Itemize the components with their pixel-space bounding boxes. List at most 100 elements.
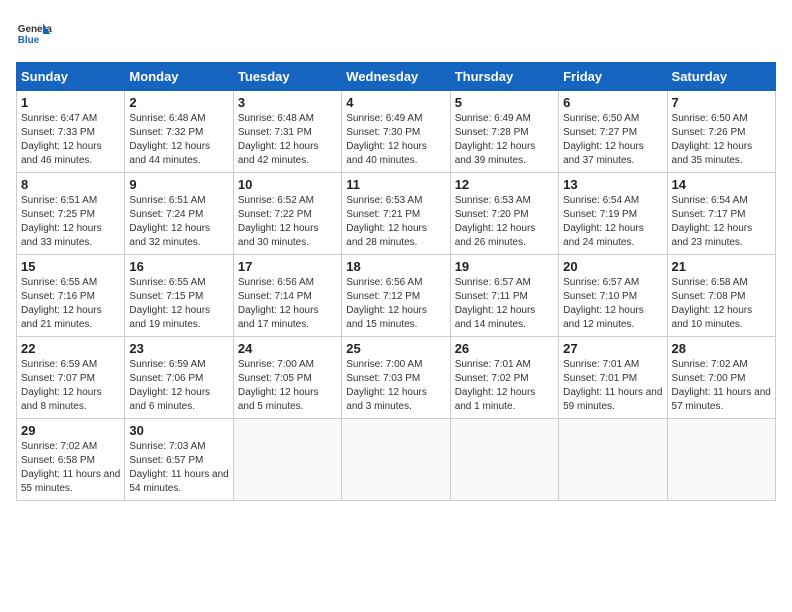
day-number: 1 [21, 95, 120, 110]
col-header-tuesday: Tuesday [233, 63, 341, 91]
empty-cell [450, 419, 558, 501]
day-cell-9: 9Sunrise: 6:51 AMSunset: 7:24 PMDaylight… [125, 173, 233, 255]
day-info: Sunrise: 6:49 AMSunset: 7:30 PMDaylight:… [346, 112, 445, 168]
day-info: Sunrise: 6:55 AMSunset: 7:15 PMDaylight:… [129, 276, 228, 332]
day-cell-23: 23 Sunrise: 6:59 AMSunset: 7:06 PMDayligh… [125, 337, 233, 419]
day-info: Sunrise: 6:51 AMSunset: 7:25 PMDaylight:… [21, 194, 120, 250]
day-number: 4 [346, 95, 445, 110]
day-number: 2 [129, 95, 228, 110]
day-info: Sunrise: 6:50 AMSunset: 7:26 PMDaylight:… [672, 112, 771, 168]
day-info: Sunrise: 6:57 AMSunset: 7:10 PMDaylight:… [563, 276, 662, 332]
day-number: 6 [563, 95, 662, 110]
header-row: SundayMondayTuesdayWednesdayThursdayFrid… [17, 63, 776, 91]
day-cell-28: 28 Sunrise: 7:02 AMSunset: 7:00 PMDayligh… [667, 337, 775, 419]
empty-cell [233, 419, 341, 501]
day-number: 21 [672, 259, 771, 274]
day-info: Sunrise: 6:58 AMSunset: 7:08 PMDaylight:… [672, 276, 771, 332]
day-cell-3: 3 Sunrise: 6:48 AMSunset: 7:31 PMDaylight… [233, 91, 341, 173]
day-cell-16: 16 Sunrise: 6:55 AMSunset: 7:15 PMDayligh… [125, 255, 233, 337]
day-info: Sunrise: 6:49 AMSunset: 7:28 PMDaylight:… [455, 112, 554, 168]
day-number: 27 [563, 341, 662, 356]
day-cell-12: 12Sunrise: 6:53 AMSunset: 7:20 PMDayligh… [450, 173, 558, 255]
day-info: Sunrise: 7:03 AMSunset: 6:57 PMDaylight:… [129, 440, 228, 496]
day-info: Sunrise: 6:57 AMSunset: 7:11 PMDaylight:… [455, 276, 554, 332]
logo-icon: General Blue [16, 16, 52, 52]
day-cell-1: 1 Sunrise: 6:47 AMSunset: 7:33 PMDaylight… [17, 91, 125, 173]
calendar-week-4: 22 Sunrise: 6:59 AMSunset: 7:07 PMDayligh… [17, 337, 776, 419]
logo: General Blue [16, 16, 52, 52]
col-header-saturday: Saturday [667, 63, 775, 91]
empty-cell [342, 419, 450, 501]
day-cell-4: 4 Sunrise: 6:49 AMSunset: 7:30 PMDaylight… [342, 91, 450, 173]
day-cell-20: 20 Sunrise: 6:57 AMSunset: 7:10 PMDayligh… [559, 255, 667, 337]
day-cell-14: 14Sunrise: 6:54 AMSunset: 7:17 PMDayligh… [667, 173, 775, 255]
day-number: 20 [563, 259, 662, 274]
calendar-week-2: 8Sunrise: 6:51 AMSunset: 7:25 PMDaylight… [17, 173, 776, 255]
day-info: Sunrise: 7:00 AMSunset: 7:03 PMDaylight:… [346, 358, 445, 414]
day-cell-29: 29Sunrise: 7:02 AMSunset: 6:58 PMDayligh… [17, 419, 125, 501]
day-cell-22: 22 Sunrise: 6:59 AMSunset: 7:07 PMDayligh… [17, 337, 125, 419]
day-info: Sunrise: 7:02 AMSunset: 7:00 PMDaylight:… [672, 358, 771, 414]
day-number: 28 [672, 341, 771, 356]
day-cell-15: 15 Sunrise: 6:55 AMSunset: 7:16 PMDayligh… [17, 255, 125, 337]
day-info: Sunrise: 6:48 AMSunset: 7:31 PMDaylight:… [238, 112, 337, 168]
day-cell-11: 11 Sunrise: 6:53 AMSunset: 7:21 PMDayligh… [342, 173, 450, 255]
day-number: 30 [129, 423, 228, 438]
day-number: 13 [563, 177, 662, 192]
day-number: 19 [455, 259, 554, 274]
day-info: Sunrise: 6:59 AMSunset: 7:06 PMDaylight:… [129, 358, 228, 414]
day-info: Sunrise: 6:54 AMSunset: 7:17 PMDaylight:… [672, 194, 771, 250]
col-header-monday: Monday [125, 63, 233, 91]
day-cell-5: 5 Sunrise: 6:49 AMSunset: 7:28 PMDaylight… [450, 91, 558, 173]
day-number: 7 [672, 95, 771, 110]
day-info: Sunrise: 6:50 AMSunset: 7:27 PMDaylight:… [563, 112, 662, 168]
svg-text:Blue: Blue [18, 35, 40, 46]
day-info: Sunrise: 6:54 AMSunset: 7:19 PMDaylight:… [563, 194, 662, 250]
day-info: Sunrise: 6:59 AMSunset: 7:07 PMDaylight:… [21, 358, 120, 414]
day-cell-30: 30 Sunrise: 7:03 AMSunset: 6:57 PMDayligh… [125, 419, 233, 501]
day-number: 5 [455, 95, 554, 110]
day-cell-8: 8Sunrise: 6:51 AMSunset: 7:25 PMDaylight… [17, 173, 125, 255]
day-number: 17 [238, 259, 337, 274]
empty-cell [559, 419, 667, 501]
day-info: Sunrise: 7:02 AMSunset: 6:58 PMDaylight:… [21, 440, 120, 496]
col-header-thursday: Thursday [450, 63, 558, 91]
empty-cell [667, 419, 775, 501]
day-number: 15 [21, 259, 120, 274]
day-cell-6: 6 Sunrise: 6:50 AMSunset: 7:27 PMDaylight… [559, 91, 667, 173]
day-number: 25 [346, 341, 445, 356]
day-number: 16 [129, 259, 228, 274]
day-cell-24: 24 Sunrise: 7:00 AMSunset: 7:05 PMDayligh… [233, 337, 341, 419]
day-info: Sunrise: 7:01 AMSunset: 7:01 PMDaylight:… [563, 358, 662, 414]
header: General Blue [16, 16, 776, 52]
calendar-week-1: 1 Sunrise: 6:47 AMSunset: 7:33 PMDaylight… [17, 91, 776, 173]
day-info: Sunrise: 6:53 AMSunset: 7:21 PMDaylight:… [346, 194, 445, 250]
day-cell-13: 13 Sunrise: 6:54 AMSunset: 7:19 PMDayligh… [559, 173, 667, 255]
day-cell-10: 10Sunrise: 6:52 AMSunset: 7:22 PMDayligh… [233, 173, 341, 255]
calendar-week-5: 29Sunrise: 7:02 AMSunset: 6:58 PMDayligh… [17, 419, 776, 501]
calendar-table: SundayMondayTuesdayWednesdayThursdayFrid… [16, 62, 776, 501]
day-cell-17: 17Sunrise: 6:56 AMSunset: 7:14 PMDayligh… [233, 255, 341, 337]
day-number: 26 [455, 341, 554, 356]
day-number: 22 [21, 341, 120, 356]
day-cell-26: 26 Sunrise: 7:01 AMSunset: 7:02 PMDayligh… [450, 337, 558, 419]
day-cell-7: 7 Sunrise: 6:50 AMSunset: 7:26 PMDaylight… [667, 91, 775, 173]
day-number: 24 [238, 341, 337, 356]
day-info: Sunrise: 7:01 AMSunset: 7:02 PMDaylight:… [455, 358, 554, 414]
day-info: Sunrise: 6:56 AMSunset: 7:12 PMDaylight:… [346, 276, 445, 332]
col-header-sunday: Sunday [17, 63, 125, 91]
day-number: 3 [238, 95, 337, 110]
day-number: 9 [129, 177, 228, 192]
day-cell-19: 19 Sunrise: 6:57 AMSunset: 7:11 PMDayligh… [450, 255, 558, 337]
day-number: 18 [346, 259, 445, 274]
day-info: Sunrise: 6:48 AMSunset: 7:32 PMDaylight:… [129, 112, 228, 168]
day-cell-2: 2 Sunrise: 6:48 AMSunset: 7:32 PMDaylight… [125, 91, 233, 173]
day-info: Sunrise: 6:47 AMSunset: 7:33 PMDaylight:… [21, 112, 120, 168]
day-cell-25: 25 Sunrise: 7:00 AMSunset: 7:03 PMDayligh… [342, 337, 450, 419]
col-header-friday: Friday [559, 63, 667, 91]
day-number: 11 [346, 177, 445, 192]
day-cell-21: 21 Sunrise: 6:58 AMSunset: 7:08 PMDayligh… [667, 255, 775, 337]
day-info: Sunrise: 6:55 AMSunset: 7:16 PMDaylight:… [21, 276, 120, 332]
day-number: 23 [129, 341, 228, 356]
day-info: Sunrise: 7:00 AMSunset: 7:05 PMDaylight:… [238, 358, 337, 414]
